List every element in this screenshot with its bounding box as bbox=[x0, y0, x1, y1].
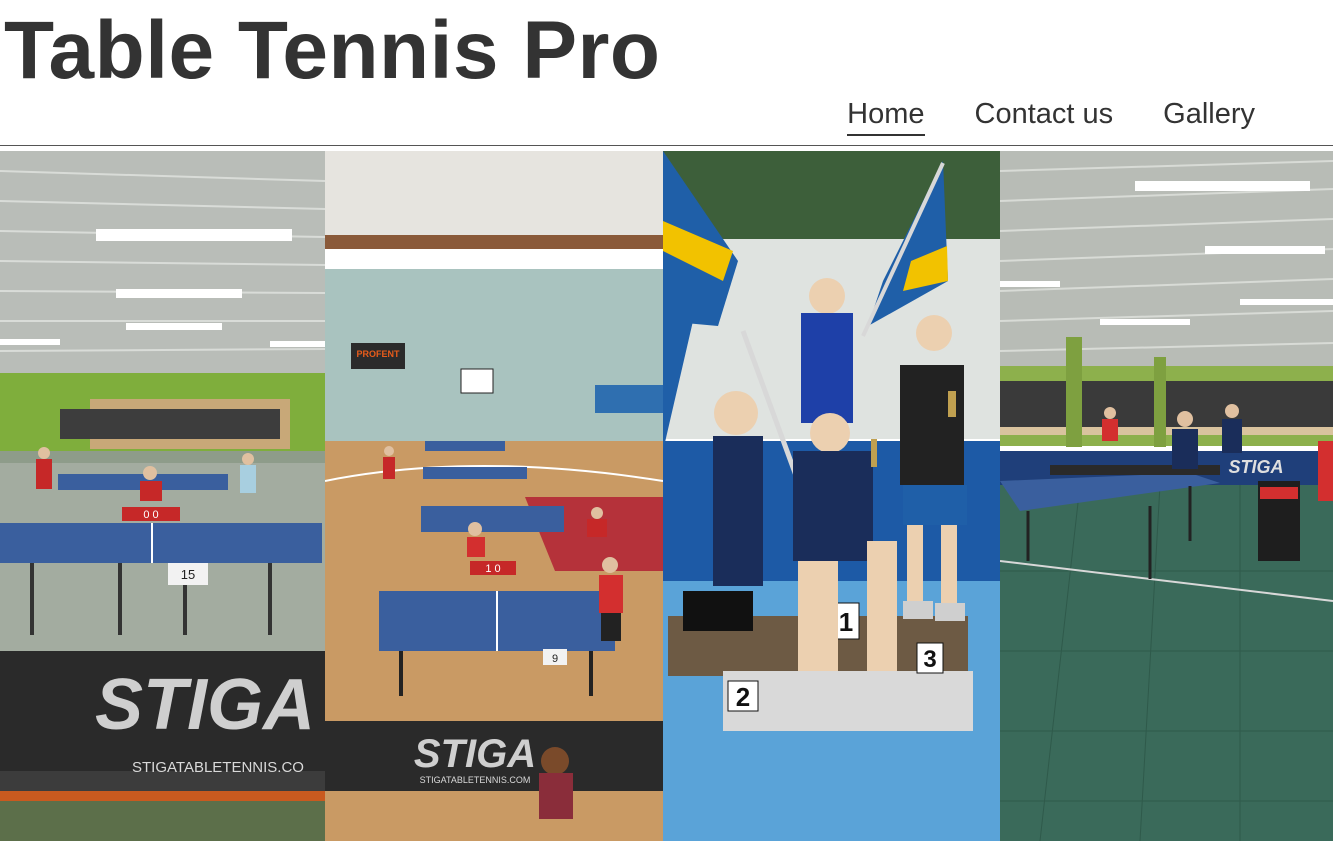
stiga-url-text-2: STIGATABLETENNIS.COM bbox=[420, 775, 531, 785]
hall-photo-illustration: 15 0 0 STIGA STIGATABLETENNIS.CO bbox=[0, 151, 325, 841]
gallery-photo-green-hall[interactable]: STIGA bbox=[1000, 151, 1333, 841]
sportshall-photo-illustration: PROFENT 1 0 9 STIGA STIGATABLETENNIS.COM bbox=[325, 151, 663, 841]
site-title: Table Tennis Pro bbox=[4, 5, 661, 96]
green-hall-photo-illustration: STIGA bbox=[1000, 151, 1333, 841]
stiga-url-text: STIGATABLETENNIS.CO bbox=[132, 759, 304, 776]
podium-photo-illustration: 2 1 3 bbox=[663, 151, 1000, 841]
gallery-photo-hall[interactable]: 15 0 0 STIGA STIGATABLETENNIS.CO bbox=[0, 151, 325, 841]
nav-gallery-link[interactable]: Gallery bbox=[1163, 96, 1255, 136]
podium-place-2: 2 bbox=[736, 682, 750, 712]
podium-place-3: 3 bbox=[923, 646, 936, 673]
main-nav: Home Contact us Gallery bbox=[847, 96, 1255, 136]
gallery-photo-podium[interactable]: 2 1 3 bbox=[663, 151, 1000, 841]
table-number-label-2: 9 bbox=[552, 653, 558, 665]
stiga-banner-text: STIGA bbox=[95, 665, 315, 745]
nav-home-link[interactable]: Home bbox=[847, 96, 925, 136]
score-counter-label: 0 0 bbox=[143, 509, 158, 521]
stiga-banner-text-2: STIGA bbox=[414, 732, 536, 776]
table-number-label: 15 bbox=[181, 567, 195, 582]
nav-contact-link[interactable]: Contact us bbox=[975, 96, 1114, 136]
score-counter-label-2: 1 0 bbox=[485, 563, 500, 575]
wall-sign-text: PROFENT bbox=[356, 349, 400, 359]
header-divider bbox=[0, 145, 1333, 146]
stiga-barrier-text: STIGA bbox=[1228, 457, 1283, 477]
photo-gallery: 15 0 0 STIGA STIGATABLETENNIS.CO PROFENT… bbox=[0, 151, 1333, 841]
podium-place-1: 1 bbox=[839, 607, 853, 637]
gallery-photo-sportshall[interactable]: PROFENT 1 0 9 STIGA STIGATABLETENNIS.COM bbox=[325, 151, 663, 841]
